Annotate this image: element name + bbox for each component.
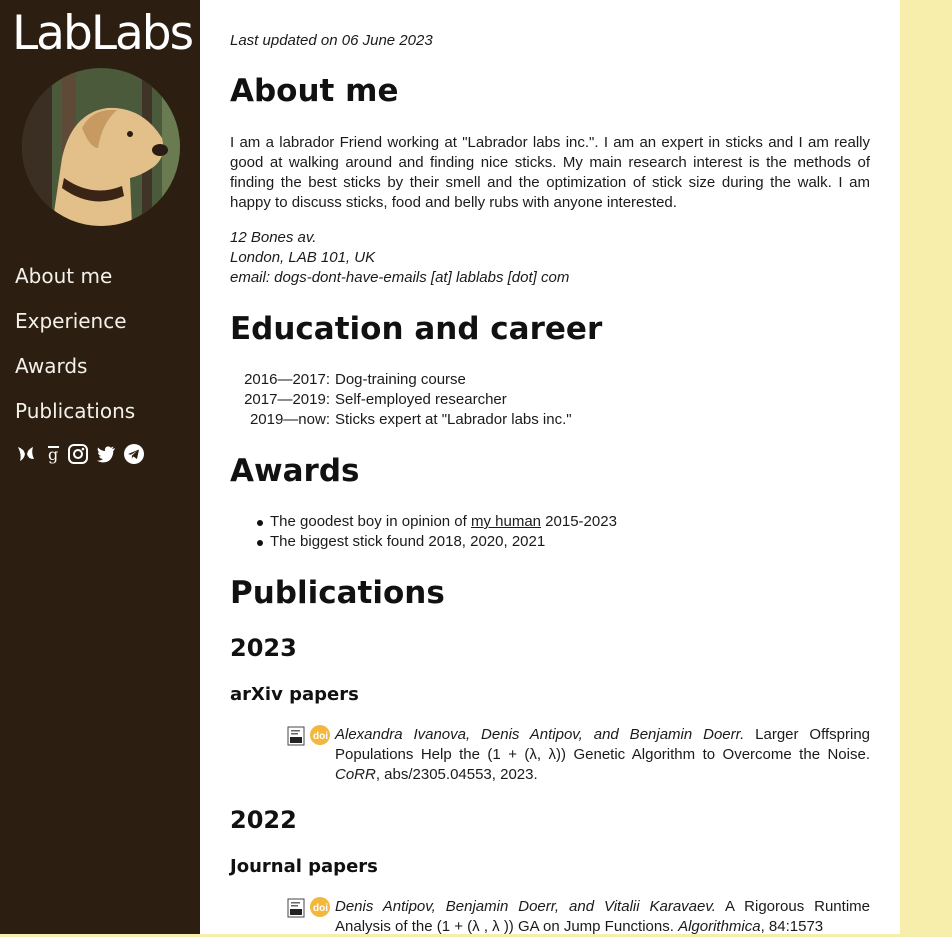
publication-citation: Denis Antipov, Benjamin Doerr, and Vital… [335, 897, 870, 937]
award-years: 2015-2023 [541, 513, 617, 530]
list-item: The biggest stick found 2018, 2020, 2021 [230, 532, 617, 552]
dog-photo [22, 68, 180, 226]
category-heading-arxiv: arXiv papers [230, 684, 359, 705]
career-years: 2017—2019: [244, 391, 330, 408]
section-title-about: About me [230, 73, 399, 109]
year-heading-2023: 2023 [230, 634, 297, 662]
publication-icons: doi [286, 725, 332, 747]
career-row: 2019—now: Sticks expert at "Labrador lab… [230, 410, 572, 430]
address-street: 12 Bones av. [230, 229, 317, 246]
award-text: The goodest boy in opinion of [270, 513, 471, 530]
orcid-butterfly-icon[interactable] [15, 443, 37, 465]
year-heading-2022: 2022 [230, 806, 297, 834]
nav-awards[interactable]: Awards [15, 354, 87, 378]
career-years: 2016—2017: [244, 371, 330, 388]
address-city: London, LAB 101, UK [230, 249, 376, 266]
publication-citation: Alexandra Ivanova, Denis Antipov, and Be… [335, 725, 870, 785]
instagram-icon[interactable] [67, 443, 89, 465]
nav-about-me[interactable]: About me [15, 264, 112, 288]
sidebar: LabLabs About me Experience Awards Publi… [0, 0, 200, 934]
category-heading-journal: Journal papers [230, 856, 378, 877]
nav-publications[interactable]: Publications [15, 399, 135, 423]
career-row: 2016—2017: Dog-training course [230, 370, 572, 390]
brand-logo[interactable]: LabLabs [12, 2, 194, 66]
section-title-publications: Publications [230, 575, 445, 611]
career-years: 2019—now: [249, 411, 330, 428]
publication-venue: CoRR [335, 766, 376, 783]
last-updated: Last updated on 06 June 2023 [230, 32, 433, 49]
doi-icon[interactable]: doi [310, 897, 330, 917]
publication-icons: doi [286, 897, 332, 919]
right-margin-panel [900, 0, 952, 934]
main-content: Last updated on 06 June 2023 About me I … [200, 0, 900, 937]
svg-text:doi: doi [313, 731, 328, 742]
bibtex-icon[interactable] [287, 898, 307, 918]
bio-paragraph: I am a labrador Friend working at "Labra… [230, 134, 870, 211]
awards-list: The goodest boy in opinion of my human 2… [230, 512, 617, 552]
my-human-link[interactable]: my human [471, 513, 541, 530]
publication-authors: Alexandra Ivanova, Denis Antipov, and Be… [335, 726, 745, 743]
career-desc: Dog-training course [335, 371, 466, 388]
google-scholar-icon[interactable]: g [43, 443, 65, 465]
address-email: email: dogs-dont-have-emails [at] lablab… [230, 269, 570, 286]
address-block: 12 Bones av. London, LAB 101, UK email: … [230, 228, 569, 288]
section-title-awards: Awards [230, 453, 360, 489]
career-desc: Self-employed researcher [335, 391, 507, 408]
section-title-education: Education and career [230, 311, 603, 347]
list-item: The goodest boy in opinion of my human 2… [230, 512, 617, 532]
publication-authors: Denis Antipov, Benjamin Doerr, and Vital… [335, 898, 716, 915]
twitter-icon[interactable] [95, 443, 117, 465]
publication-details: , 84:1573 [760, 918, 824, 935]
publication-details: , abs/2305.04553, 2023. [375, 766, 538, 783]
nav-experience[interactable]: Experience [15, 309, 127, 333]
svg-text:doi: doi [313, 903, 328, 914]
publication-venue: Algorithmica [678, 918, 761, 935]
avatar [22, 68, 180, 226]
career-desc: Sticks expert at "Labrador labs inc." [335, 411, 572, 428]
doi-icon[interactable]: doi [310, 725, 330, 745]
career-row: 2017—2019: Self-employed researcher [230, 390, 572, 410]
telegram-icon[interactable] [123, 443, 145, 465]
bibtex-icon[interactable] [287, 726, 307, 746]
career-list: 2016—2017: Dog-training course 2017—2019… [230, 370, 572, 430]
